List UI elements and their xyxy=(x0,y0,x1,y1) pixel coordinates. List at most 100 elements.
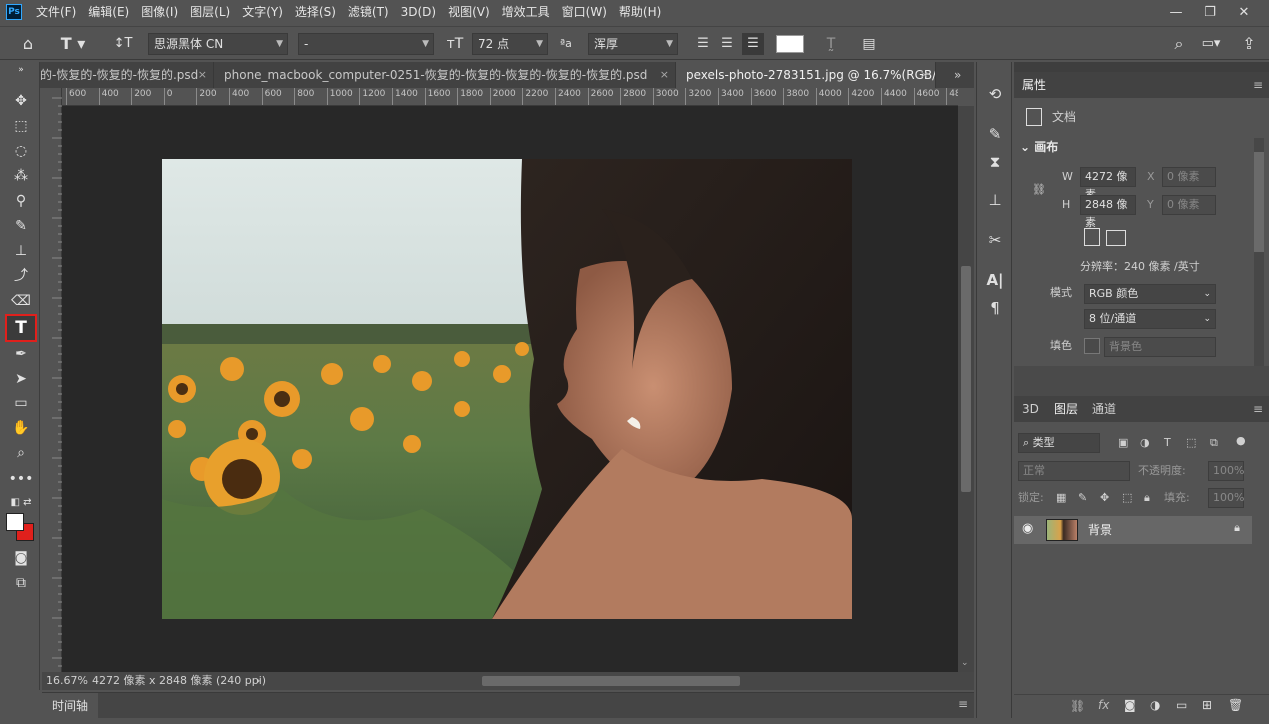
screen-mode-icon[interactable]: ⧉ xyxy=(8,572,34,594)
adjustment-layer-icon[interactable]: ◑ xyxy=(1150,698,1160,712)
toggle-text-orientation-icon[interactable]: ↕T xyxy=(112,33,134,55)
antialias-select[interactable]: 浑厚 ▼ xyxy=(588,33,678,55)
close-window-button[interactable]: ✕ xyxy=(1227,0,1261,24)
blend-mode-select[interactable]: 正常 xyxy=(1018,461,1130,481)
eyedropper-tool-icon[interactable]: ⚲ xyxy=(8,190,34,212)
x-field[interactable]: 0 像素 xyxy=(1162,167,1216,187)
filter-type-icon[interactable]: T xyxy=(1164,433,1171,453)
tab-3d[interactable]: 3D xyxy=(1014,396,1047,422)
filter-toggle-icon[interactable]: ● xyxy=(1236,431,1246,451)
timeline-tab[interactable]: 时间轴 xyxy=(42,693,99,719)
menu-3d[interactable]: 3D(D) xyxy=(395,0,442,24)
landscape-orientation-icon[interactable] xyxy=(1106,230,1126,246)
horizontal-scrollbar-thumb[interactable] xyxy=(482,676,740,686)
lock-image-icon[interactable]: ✎ xyxy=(1078,488,1087,508)
scrollbar-thumb[interactable] xyxy=(961,266,971,492)
home-icon[interactable]: ⌂ xyxy=(16,33,40,55)
menu-file[interactable]: 文件(F) xyxy=(30,0,82,24)
layer-row-background[interactable]: ◉ 背景 🔒︎ xyxy=(1014,516,1252,544)
tab-document-active[interactable]: pexels-photo-2783151.jpg @ 16.7%(RGB/8) × xyxy=(676,62,936,88)
menu-help[interactable]: 帮助(H) xyxy=(613,0,667,24)
properties-scrollbar[interactable] xyxy=(1254,138,1264,366)
menu-plugins[interactable]: 增效工具 xyxy=(496,0,556,24)
align-left-icon[interactable]: ☰ xyxy=(694,33,712,55)
align-right-icon[interactable]: ☰ xyxy=(742,33,764,55)
color-mode-select[interactable]: RGB 颜色 ⌄ xyxy=(1084,284,1216,304)
magic-wand-tool-icon[interactable]: ⁂ xyxy=(8,165,34,187)
adjustments-icon[interactable]: ⧗ xyxy=(983,150,1007,174)
filter-smartobject-icon[interactable]: ⧉ xyxy=(1210,433,1218,453)
tab-document-1[interactable]: 的-恢复的-恢复的-恢复的.psd × xyxy=(40,62,214,88)
share-icon[interactable]: ⇪ xyxy=(1238,33,1260,55)
path-selection-tool-icon[interactable]: ➤ xyxy=(8,368,34,390)
width-field[interactable]: 4272 像素 xyxy=(1080,167,1136,201)
menu-window[interactable]: 窗口(W) xyxy=(556,0,613,24)
font-family-select[interactable]: 思源黑体 CN ▼ xyxy=(148,33,288,55)
eraser-tool-icon[interactable]: ⌫ xyxy=(8,290,34,312)
canvas-section-title[interactable]: ⌄ 画布 xyxy=(1020,137,1058,157)
type-tool-icon[interactable]: T xyxy=(5,314,37,342)
fill-field[interactable]: 100% xyxy=(1208,488,1244,508)
new-layer-icon[interactable]: ⊞ xyxy=(1202,698,1212,712)
menu-edit[interactable]: 编辑(E) xyxy=(82,0,135,24)
link-layers-icon[interactable]: ⛓ xyxy=(1070,699,1085,713)
clone-source-icon[interactable]: ⊥ xyxy=(983,188,1007,212)
menu-type[interactable]: 文字(Y) xyxy=(236,0,289,24)
move-tool-icon[interactable]: ✥ xyxy=(8,90,34,112)
lock-artboard-icon[interactable]: ⬚ xyxy=(1122,488,1132,508)
menu-layer[interactable]: 图层(L) xyxy=(184,0,236,24)
tab-channels[interactable]: 通道 xyxy=(1084,396,1124,422)
brush-tool-icon[interactable]: ✎ xyxy=(8,215,34,237)
fill-color-swatch[interactable] xyxy=(1084,338,1100,354)
filter-shape-icon[interactable]: ⬚ xyxy=(1186,433,1196,453)
restore-button[interactable]: ❐ xyxy=(1193,0,1227,24)
menu-view[interactable]: 视图(V) xyxy=(442,0,496,24)
layer-filter-select[interactable]: ⌕ 类型 xyxy=(1018,433,1100,453)
fx-icon[interactable]: fx xyxy=(1098,698,1109,712)
text-color-swatch[interactable] xyxy=(776,35,804,53)
marquee-tool-icon[interactable]: ⬚ xyxy=(8,115,34,137)
bit-depth-select[interactable]: 8 位/通道 ⌄ xyxy=(1084,309,1216,329)
filter-pixel-icon[interactable]: ▣ xyxy=(1118,433,1128,453)
new-group-icon[interactable]: ▭ xyxy=(1176,698,1187,712)
filter-adjustment-icon[interactable]: ◑ xyxy=(1140,433,1150,453)
close-tab-icon[interactable]: × xyxy=(660,62,669,88)
visibility-eye-icon[interactable]: ◉ xyxy=(1022,521,1033,536)
stamp-tool-icon[interactable]: ⊥ xyxy=(8,240,34,262)
tools-presets-icon[interactable]: ✂ xyxy=(983,228,1007,252)
hand-tool-icon[interactable]: ✋ xyxy=(8,417,34,439)
align-center-icon[interactable]: ☰ xyxy=(718,33,736,55)
canvas-vertical-scrollbar[interactable]: ⌄ xyxy=(958,106,974,672)
font-size-select[interactable]: 72 点 ▼ xyxy=(472,33,548,55)
search-icon[interactable]: ⌕ xyxy=(1168,33,1190,55)
lock-transparent-icon[interactable]: ▦ xyxy=(1056,488,1066,508)
layer-name[interactable]: 背景 xyxy=(1088,516,1112,544)
portrait-orientation-icon[interactable] xyxy=(1084,228,1100,246)
tab-document-2[interactable]: phone_macbook_computer-0251-恢复的-恢复的-恢复的-… xyxy=(214,62,676,88)
more-tools-icon[interactable]: ••• xyxy=(8,468,34,490)
close-tab-icon[interactable]: × xyxy=(198,62,207,88)
text-tool-preset-icon[interactable]: T ▾ xyxy=(58,33,88,55)
default-colors-icon[interactable]: ◧ ⇄ xyxy=(8,492,34,514)
rectangle-tool-icon[interactable]: ▭ xyxy=(8,392,34,414)
document-photo[interactable] xyxy=(162,159,852,619)
foreground-color-swatch[interactable] xyxy=(6,513,24,531)
lock-all-icon[interactable]: 🔒︎ xyxy=(1144,488,1150,508)
panel-menu-icon[interactable]: ≡ xyxy=(1253,78,1263,92)
history-brush-tool-icon[interactable]: ⤴ xyxy=(8,265,34,287)
tabs-overflow-icon[interactable]: » xyxy=(954,62,972,88)
history-panel-icon[interactable]: ⟲ xyxy=(983,82,1007,106)
zoom-level[interactable]: 16.67% xyxy=(46,672,88,690)
menu-select[interactable]: 选择(S) xyxy=(289,0,342,24)
collapse-toolbar-icon[interactable]: » xyxy=(8,64,34,76)
add-mask-icon[interactable]: ◙ xyxy=(1124,698,1136,712)
zoom-tool-icon[interactable]: ⌕ xyxy=(8,442,34,464)
menu-filter[interactable]: 滤镜(T) xyxy=(342,0,395,24)
delete-layer-icon[interactable]: 🗑︎ xyxy=(1228,698,1243,712)
lock-position-icon[interactable]: ✥ xyxy=(1100,488,1109,508)
opacity-field[interactable]: 100% xyxy=(1208,461,1244,481)
quick-mask-icon[interactable]: ◙ xyxy=(8,547,34,569)
panel-menu-icon[interactable]: ≡ xyxy=(958,697,968,711)
font-style-select[interactable]: - ▼ xyxy=(298,33,434,55)
scrollbar-thumb[interactable] xyxy=(1254,152,1264,252)
